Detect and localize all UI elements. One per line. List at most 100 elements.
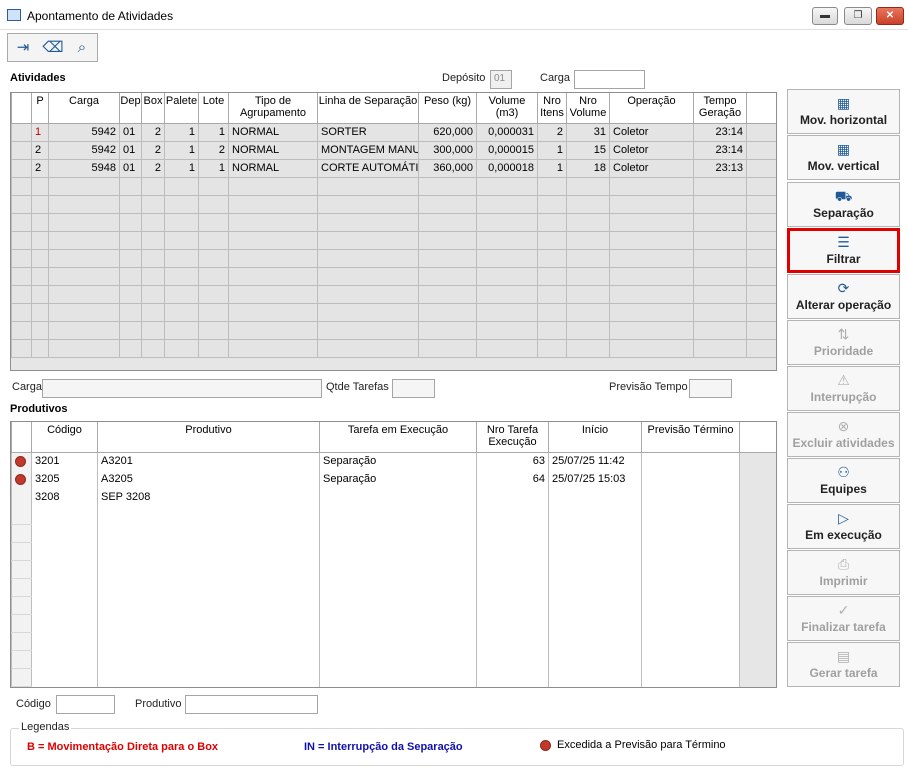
cell-lote[interactable]: 1 <box>198 158 229 178</box>
cell-previsao[interactable] <box>641 596 740 615</box>
cell-inicio[interactable] <box>548 524 642 543</box>
col-header-tarefa-execucao[interactable]: Tarefa em Execução <box>319 422 477 453</box>
empty-table-row[interactable] <box>11 668 776 687</box>
row-header-cell[interactable] <box>11 140 32 160</box>
empty-table-row[interactable] <box>11 266 776 286</box>
side-button-prioridade[interactable]: ⇅ Prioridade <box>787 320 900 365</box>
col-header-palete[interactable]: Palete <box>164 93 199 124</box>
cell-previsao[interactable] <box>641 560 740 579</box>
row-header-cell[interactable] <box>11 230 32 250</box>
row-header-cell[interactable] <box>11 488 32 507</box>
cell-dep[interactable] <box>119 320 142 340</box>
col-header-volume[interactable]: Volume (m3) <box>476 93 538 124</box>
side-button-finalizar-tarefa[interactable]: ✓ Finalizar tarefa <box>787 596 900 641</box>
cell-lote[interactable]: 2 <box>198 140 229 160</box>
cell-itens[interactable] <box>537 194 567 214</box>
cell-volume[interactable] <box>476 230 538 250</box>
cell-produtivo[interactable] <box>97 560 320 579</box>
cell-box[interactable] <box>141 338 165 358</box>
cell-codigo[interactable] <box>31 578 98 597</box>
cell-nro[interactable] <box>476 560 549 579</box>
cell-tempo[interactable] <box>693 248 747 268</box>
cell-operacao[interactable] <box>609 266 694 286</box>
col-header-carga[interactable]: Carga <box>48 93 120 124</box>
cell-inicio[interactable] <box>548 632 642 651</box>
cell-dep[interactable] <box>119 194 142 214</box>
cell-carga[interactable] <box>48 212 120 232</box>
cell-volume[interactable] <box>476 302 538 322</box>
cell-tempo[interactable] <box>693 284 747 304</box>
cell-lote[interactable] <box>198 212 229 232</box>
col-header-dep[interactable]: Dep <box>119 93 142 124</box>
cell-tipo[interactable]: NORMAL <box>228 158 318 178</box>
cell-lote[interactable]: 1 <box>198 122 229 142</box>
cell-nro[interactable] <box>476 524 549 543</box>
cell-tempo[interactable] <box>693 212 747 232</box>
cell-p[interactable]: 2 <box>31 158 49 178</box>
cell-nro_volume[interactable] <box>566 230 610 250</box>
cell-p[interactable] <box>31 266 49 286</box>
cell-peso[interactable] <box>418 212 477 232</box>
cell-nro_volume[interactable] <box>566 248 610 268</box>
cell-inicio[interactable]: 25/07/25 15:03 <box>548 470 642 489</box>
cell-inicio[interactable] <box>548 542 642 561</box>
cell-dep[interactable] <box>119 302 142 322</box>
col-header-p[interactable]: P <box>31 93 49 124</box>
col-header-nro-itens[interactable]: Nro Itens <box>537 93 567 124</box>
row-header-cell[interactable] <box>11 470 32 489</box>
cell-tipo[interactable] <box>228 230 318 250</box>
cell-tipo[interactable]: NORMAL <box>228 140 318 160</box>
side-button-alterar-operacao[interactable]: ⟳ Alterar operação <box>787 274 900 319</box>
cell-box[interactable] <box>141 212 165 232</box>
cell-codigo[interactable] <box>31 650 98 669</box>
cell-nro_volume[interactable]: 15 <box>566 140 610 160</box>
cell-previsao[interactable] <box>641 542 740 561</box>
cell-p[interactable] <box>31 302 49 322</box>
cell-nro_volume[interactable]: 18 <box>566 158 610 178</box>
cell-tempo[interactable]: 23:14 <box>693 140 747 160</box>
carga-filter-input[interactable] <box>574 70 645 89</box>
cell-linha[interactable] <box>317 302 419 322</box>
cell-codigo[interactable] <box>31 506 98 525</box>
side-button-excluir-atividades[interactable]: ⊗ Excluir atividades <box>787 412 900 457</box>
cell-tipo[interactable] <box>228 194 318 214</box>
empty-table-row[interactable] <box>11 524 776 543</box>
cell-palete[interactable] <box>164 212 199 232</box>
cell-palete[interactable] <box>164 284 199 304</box>
clear-button[interactable]: ⌫ <box>40 36 66 60</box>
cell-p[interactable] <box>31 338 49 358</box>
cell-carga[interactable]: 5948 <box>48 158 120 178</box>
empty-table-row[interactable] <box>11 212 776 232</box>
cell-carga[interactable] <box>48 284 120 304</box>
cell-itens[interactable] <box>537 320 567 340</box>
cell-carga[interactable] <box>48 194 120 214</box>
cell-tarefa[interactable] <box>319 578 477 597</box>
cell-tipo[interactable] <box>228 176 318 196</box>
cell-carga[interactable] <box>48 320 120 340</box>
minimize-button[interactable]: ▬ <box>812 7 838 25</box>
side-button-mov-horizontal[interactable]: ▦ Mov. horizontal <box>787 89 900 134</box>
cell-operacao[interactable]: Coletor <box>609 140 694 160</box>
col-header-linha-separacao[interactable]: Linha de Separação <box>317 93 419 124</box>
cell-linha[interactable] <box>317 230 419 250</box>
cell-p[interactable] <box>31 176 49 196</box>
cell-nro[interactable] <box>476 614 549 633</box>
cell-dep[interactable] <box>119 230 142 250</box>
cell-palete[interactable] <box>164 230 199 250</box>
row-header-cell[interactable] <box>11 284 32 304</box>
side-button-filtrar[interactable]: ☰ Filtrar <box>787 228 900 273</box>
row-header-cell[interactable] <box>11 338 32 358</box>
side-button-em-execucao[interactable]: ▷ Em execução <box>787 504 900 549</box>
cell-operacao[interactable] <box>609 302 694 322</box>
cell-box[interactable] <box>141 230 165 250</box>
cell-p[interactable]: 2 <box>31 140 49 160</box>
table-row[interactable]: 3208 SEP 3208 <box>11 488 776 507</box>
cell-tipo[interactable] <box>228 320 318 340</box>
cell-nro_volume[interactable] <box>566 212 610 232</box>
cell-dep[interactable]: 01 <box>119 122 142 142</box>
exit-button[interactable]: ⇥ <box>10 36 36 60</box>
cell-produtivo[interactable]: A3201 <box>97 452 320 471</box>
cell-previsao[interactable] <box>641 452 740 471</box>
cell-inicio[interactable] <box>548 614 642 633</box>
empty-table-row[interactable] <box>11 542 776 561</box>
